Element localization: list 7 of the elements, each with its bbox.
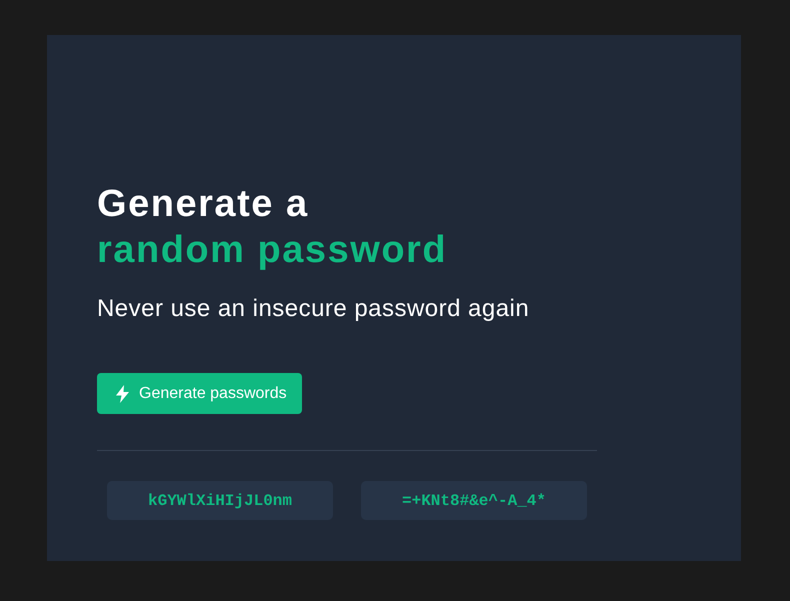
password-chip[interactable]: kGYWlXiHIjJL0nm xyxy=(107,481,333,520)
heading-text: Generate a xyxy=(97,182,309,227)
generate-button[interactable]: Generate passwords xyxy=(97,373,302,414)
heading-highlight: random password xyxy=(97,228,448,273)
password-chip[interactable]: =+KNt8#&e^-A_4* xyxy=(361,481,587,520)
subtitle-text: Never use an insecure password again xyxy=(97,294,530,324)
lightning-icon xyxy=(116,384,129,402)
